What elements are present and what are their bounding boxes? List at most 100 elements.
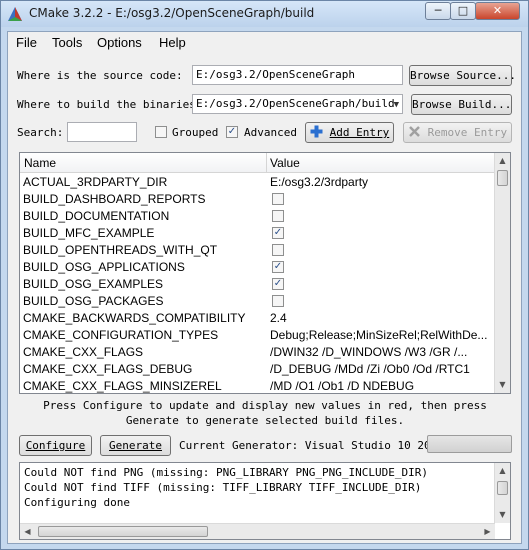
- cell-value[interactable]: /D_DEBUG /MDd /Zi /Ob0 /Od /RTC1: [270, 362, 492, 376]
- scroll-down-arrow-icon[interactable]: ▼: [495, 507, 510, 523]
- plus-icon: [310, 125, 323, 138]
- browse-build-button[interactable]: Browse Build...: [411, 94, 512, 115]
- search-input[interactable]: [67, 122, 137, 142]
- add-entry-label: Add Entry: [329, 126, 390, 139]
- scroll-up-arrow-icon[interactable]: ▲: [495, 153, 510, 169]
- cell-value[interactable]: /DWIN32 /D_WINDOWS /W3 /GR /...: [270, 345, 492, 359]
- minimize-button[interactable]: ─: [425, 2, 451, 20]
- cell-name: BUILD_OSG_EXAMPLES: [23, 277, 164, 291]
- cell-name: BUILD_DOCUMENTATION: [23, 209, 170, 223]
- value-checkbox[interactable]: ✓: [272, 227, 284, 239]
- table-row[interactable]: CMAKE_CXX_FLAGS_DEBUG/D_DEBUG /MDd /Zi /…: [20, 361, 495, 378]
- table-row[interactable]: BUILD_DOCUMENTATION: [20, 208, 495, 225]
- cell-name: BUILD_OPENTHREADS_WITH_QT: [23, 243, 218, 257]
- table-row[interactable]: BUILD_MFC_EXAMPLE ✓: [20, 225, 495, 242]
- output-vertical-scrollbar[interactable]: ▲ ▼: [494, 463, 510, 523]
- table-vertical-scrollbar[interactable]: ▲ ▼: [494, 153, 510, 393]
- cell-name: CMAKE_BACKWARDS_COMPATIBILITY: [23, 311, 246, 325]
- add-entry-button[interactable]: Add Entry: [305, 122, 394, 143]
- source-label: Where is the source code:: [17, 69, 183, 82]
- cmake-window: CMake 3.2.2 - E:/osg3.2/OpenSceneGraph/b…: [0, 0, 529, 550]
- cell-name: BUILD_OSG_PACKAGES: [23, 294, 164, 308]
- cell-name: BUILD_DASHBOARD_REPORTS: [23, 192, 206, 206]
- cell-name: CMAKE_CXX_FLAGS_MINSIZEREL: [23, 379, 222, 393]
- table-row[interactable]: BUILD_OSG_APPLICATIONS ✓: [20, 259, 495, 276]
- column-header-value[interactable]: Value: [270, 156, 300, 170]
- menu-bar: File Tools Options Help: [8, 32, 521, 54]
- table-row[interactable]: BUILD_DASHBOARD_REPORTS: [20, 191, 495, 208]
- value-checkbox[interactable]: [272, 210, 284, 222]
- value-checkbox[interactable]: ✓: [272, 261, 284, 273]
- cell-value[interactable]: Debug;Release;MinSizeRel;RelWithDe...: [270, 328, 492, 342]
- maximize-button[interactable]: □: [450, 2, 476, 20]
- binaries-label: Where to build the binaries:: [17, 98, 203, 111]
- column-header-name[interactable]: Name: [24, 156, 56, 170]
- menu-file[interactable]: File: [16, 35, 37, 50]
- output-line: Could NOT find TIFF (missing: TIFF_LIBRA…: [24, 481, 422, 494]
- close-button[interactable]: ✕: [475, 2, 520, 20]
- cell-name: BUILD_MFC_EXAMPLE: [23, 226, 155, 240]
- cache-variables-table: Name Value ACTUAL_3RDPARTY_DIR E:/osg3.2/…: [19, 152, 511, 394]
- output-horizontal-scrollbar[interactable]: ◀ ▶: [20, 523, 495, 539]
- output-line: Could NOT find PNG (missing: PNG_LIBRARY…: [24, 466, 428, 479]
- output-log[interactable]: Could NOT find PNG (missing: PNG_LIBRARY…: [19, 462, 511, 540]
- generate-button[interactable]: Generate: [100, 435, 171, 456]
- menu-options[interactable]: Options: [97, 35, 142, 50]
- cell-name: CMAKE_CXX_FLAGS: [23, 345, 144, 359]
- table-row[interactable]: BUILD_OSG_EXAMPLES ✓: [20, 276, 495, 293]
- configure-hint-text: Press Configure to update and display ne…: [43, 399, 487, 427]
- table-row[interactable]: CMAKE_CONFIGURATION_TYPES Debug;Release;M…: [20, 327, 495, 344]
- cell-value[interactable]: /MD /O1 /Ob1 /D NDEBUG: [270, 379, 492, 393]
- cmake-triangle-icon: [8, 7, 22, 21]
- x-icon: [409, 126, 420, 137]
- scroll-thumb[interactable]: [497, 170, 508, 186]
- menu-tools[interactable]: Tools: [52, 35, 82, 50]
- configure-label: Configure: [25, 439, 86, 452]
- scroll-right-arrow-icon[interactable]: ▶: [480, 524, 495, 539]
- cell-name: BUILD_OSG_APPLICATIONS: [23, 260, 185, 274]
- table-header: Name Value: [20, 153, 495, 173]
- table-row[interactable]: BUILD_OPENTHREADS_WITH_QT: [20, 242, 495, 259]
- scroll-thumb[interactable]: [497, 481, 508, 495]
- column-divider[interactable]: [266, 153, 267, 173]
- grouped-label: Grouped: [172, 126, 219, 139]
- cell-value[interactable]: E:/osg3.2/3rdparty: [270, 175, 492, 189]
- search-label: Search:: [17, 126, 64, 139]
- window-title: CMake 3.2.2 - E:/osg3.2/OpenSceneGraph/b…: [29, 6, 315, 20]
- scroll-up-arrow-icon[interactable]: ▲: [495, 463, 510, 479]
- main-panel: File Tools Options Help Where is the sou…: [7, 31, 522, 544]
- table-row[interactable]: CMAKE_BACKWARDS_COMPATIBILITY 2.4: [20, 310, 495, 327]
- configure-button[interactable]: Configure: [19, 435, 92, 456]
- scroll-left-arrow-icon[interactable]: ◀: [20, 524, 35, 539]
- scroll-down-arrow-icon[interactable]: ▼: [495, 377, 510, 393]
- value-checkbox[interactable]: [272, 244, 284, 256]
- table-row[interactable]: CMAKE_CXX_FLAGS_MINSIZEREL/MD /O1 /Ob1 /…: [20, 378, 495, 393]
- remove-entry-button[interactable]: Remove Entry: [403, 122, 512, 143]
- title-bar[interactable]: CMake 3.2.2 - E:/osg3.2/OpenSceneGraph/b…: [1, 1, 528, 27]
- value-checkbox[interactable]: [272, 193, 284, 205]
- value-checkbox[interactable]: ✓: [272, 278, 284, 290]
- horizontal-scroll-thumb[interactable]: [38, 526, 208, 537]
- source-path-input[interactable]: E:/osg3.2/OpenSceneGraph: [192, 65, 403, 85]
- current-generator-label: Current Generator: Visual Studio 10 2010: [179, 439, 444, 452]
- progress-bar: [427, 435, 512, 453]
- cell-name: CMAKE_CONFIGURATION_TYPES: [23, 328, 219, 342]
- grouped-checkbox[interactable]: [155, 126, 167, 138]
- build-path-value: E:/osg3.2/OpenSceneGraph/build: [196, 97, 395, 110]
- table-row[interactable]: BUILD_OSG_PACKAGES: [20, 293, 495, 310]
- generate-label: Generate: [109, 439, 162, 452]
- menu-help[interactable]: Help: [159, 35, 186, 50]
- cell-name: ACTUAL_3RDPARTY_DIR: [23, 175, 168, 189]
- table-row[interactable]: CMAKE_CXX_FLAGS /DWIN32 /D_WINDOWS /W3 /…: [20, 344, 495, 361]
- chevron-down-icon[interactable]: ▼: [394, 96, 399, 113]
- cell-name: CMAKE_CXX_FLAGS_DEBUG: [23, 362, 193, 376]
- browse-source-button[interactable]: Browse Source...: [409, 65, 516, 86]
- advanced-checkbox[interactable]: ✓: [226, 126, 238, 138]
- cell-value[interactable]: 2.4: [270, 311, 492, 325]
- build-path-combo[interactable]: E:/osg3.2/OpenSceneGraph/build ▼: [192, 94, 403, 114]
- output-line: Configuring done: [24, 496, 130, 509]
- remove-entry-label: Remove Entry: [427, 126, 508, 139]
- value-checkbox[interactable]: [272, 295, 284, 307]
- table-row[interactable]: ACTUAL_3RDPARTY_DIR E:/osg3.2/3rdparty: [20, 174, 495, 191]
- advanced-label: Advanced: [244, 126, 297, 139]
